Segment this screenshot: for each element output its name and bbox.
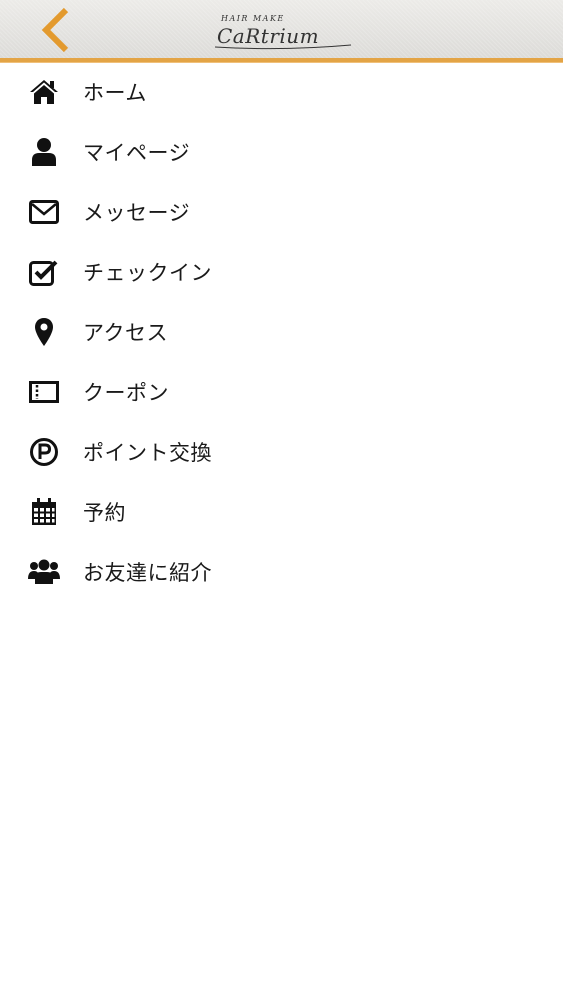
menu-item-mypage[interactable]: マイページ (0, 122, 563, 182)
chevron-left-icon (41, 7, 69, 53)
logo: HAIR MAKE CaRtrium (214, 14, 352, 50)
logo-top-text: HAIR MAKE (220, 14, 285, 23)
back-button[interactable] (36, 6, 76, 54)
ticket-icon (28, 376, 60, 408)
home-icon (28, 76, 60, 108)
menu-label-reservation: 予約 (83, 501, 126, 525)
user-icon (28, 136, 60, 168)
users-icon (28, 556, 60, 588)
menu-item-access[interactable]: アクセス (0, 302, 563, 362)
menu-item-coupon[interactable]: クーポン (0, 362, 563, 422)
menu-item-checkin[interactable]: チェックイン (0, 242, 563, 302)
menu-item-refer-friend[interactable]: お友達に紹介 (0, 542, 563, 602)
envelope-icon (28, 196, 60, 228)
menu-item-home[interactable]: ホーム (0, 62, 563, 122)
checkbox-icon (28, 256, 60, 288)
calendar-icon (28, 496, 60, 528)
menu-label-points: ポイント交換 (83, 441, 212, 465)
menu-label-refer-friend: お友達に紹介 (83, 561, 212, 585)
menu-label-mypage: マイページ (83, 141, 191, 165)
menu-label-home: ホーム (83, 81, 147, 105)
map-pin-icon (28, 316, 60, 348)
menu-item-messages[interactable]: メッセージ (0, 182, 563, 242)
logo-main-text: CaRtrium (217, 24, 319, 48)
menu-item-reservation[interactable]: 予約 (0, 482, 563, 542)
point-icon (28, 436, 60, 468)
side-menu: ホーム マイページ メッセージ チェックイン アクセス クーポン ポイント交換 … (0, 62, 563, 602)
menu-label-access: アクセス (83, 321, 168, 345)
menu-label-messages: メッセージ (83, 201, 191, 225)
menu-label-coupon: クーポン (83, 381, 169, 405)
menu-label-checkin: チェックイン (83, 261, 212, 285)
app-header: HAIR MAKE CaRtrium (0, 0, 563, 62)
menu-item-points[interactable]: ポイント交換 (0, 422, 563, 482)
